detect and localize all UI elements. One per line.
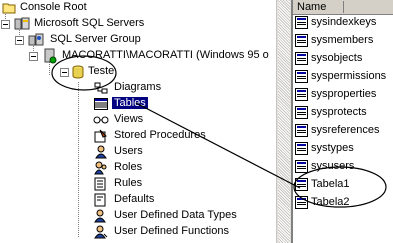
tree-node-label: MACORATTI\MACORATTI (Windows 95 o xyxy=(62,49,269,61)
table-icon xyxy=(295,142,308,155)
rules-icon xyxy=(94,177,106,191)
tree-node-server[interactable]: MACORATTI\MACORATTI (Windows 95 o xyxy=(0,48,276,64)
stored-procedure-icon xyxy=(94,129,107,143)
server-group-icon xyxy=(14,17,30,30)
list-item-label: sysobjects xyxy=(311,52,363,64)
table-icon xyxy=(295,52,308,65)
table-icon xyxy=(295,160,308,173)
table-icon xyxy=(295,88,308,101)
table-icon xyxy=(295,178,308,191)
list-item-label: syspermissions xyxy=(311,70,387,82)
server-group-icon xyxy=(28,33,44,46)
tree-node-defaults[interactable]: Defaults xyxy=(0,192,200,208)
list-item-label: sysindexkeys xyxy=(311,16,377,28)
tree-node-label: User Defined Data Types xyxy=(114,209,237,221)
tree-node-stored-procedures[interactable]: Stored Procedures xyxy=(0,128,220,144)
folder-icon xyxy=(2,3,16,14)
list-item[interactable]: sysreferences xyxy=(293,123,393,139)
tree-node-label: Defaults xyxy=(114,193,155,205)
list-item-label: Tabela1 xyxy=(311,178,350,190)
table-icon xyxy=(295,124,308,137)
list-item[interactable]: sysusers xyxy=(293,159,393,175)
tree-node-label: Tables xyxy=(112,97,148,109)
tree-node-label: Diagrams xyxy=(114,81,162,93)
list-item[interactable]: Tabela1 xyxy=(293,177,393,193)
list-item[interactable]: sysobjects xyxy=(293,51,393,67)
tree-node-label: Stored Procedures xyxy=(114,129,206,141)
tree-node-label: Views xyxy=(114,113,144,125)
table-icon xyxy=(295,106,308,119)
tree-node-label: SQL Server Group xyxy=(50,33,141,45)
roles-icon xyxy=(94,161,107,175)
list-item-label: sysusers xyxy=(311,160,355,172)
details-list-pane[interactable]: Name sysindexkeys sysmembers sysobjects … xyxy=(293,0,393,243)
defaults-icon xyxy=(94,193,106,207)
tree-node-sql-server-group[interactable]: SQL Server Group xyxy=(0,32,240,48)
tree-node-user-defined-functions[interactable]: User Defined Functions xyxy=(0,224,276,240)
tree-node-database-teste[interactable]: Teste xyxy=(0,64,200,80)
tree-node-sql-servers[interactable]: Microsoft SQL Servers xyxy=(0,16,220,32)
column-header-label: Name xyxy=(297,1,327,13)
list-item[interactable]: systypes xyxy=(293,141,393,157)
list-item[interactable]: sysprotects xyxy=(293,105,393,121)
table-icon xyxy=(295,16,308,29)
tree-node-user-defined-data-types[interactable]: User Defined Data Types xyxy=(0,208,276,224)
tree-node-label: Roles xyxy=(114,161,143,173)
table-icon xyxy=(295,34,308,47)
tree-node-views[interactable]: Views xyxy=(0,112,200,128)
list-item-label: systypes xyxy=(311,142,354,154)
tree-node-label: Console Root xyxy=(20,1,87,13)
collapse-toggle-icon[interactable] xyxy=(29,52,38,61)
tree-node-label: Users xyxy=(114,145,143,157)
console-tree-pane[interactable]: Console Root Microsoft SQL Servers SQL S… xyxy=(0,0,276,243)
list-item-label: sysreferences xyxy=(311,124,380,136)
tree-node-console-root[interactable]: Console Root xyxy=(0,0,200,16)
list-item-label: sysproperties xyxy=(311,88,377,100)
column-separator[interactable] xyxy=(343,1,344,13)
tree-node-label: User Defined Functions xyxy=(114,225,229,237)
tree-node-rules[interactable]: Rules xyxy=(0,176,200,192)
list-item-label: sysmembers xyxy=(311,34,374,46)
collapse-toggle-icon[interactable] xyxy=(1,20,10,29)
server-running-icon xyxy=(44,48,57,64)
collapse-toggle-icon[interactable] xyxy=(15,36,24,45)
tree-node-users[interactable]: Users xyxy=(0,144,200,160)
tree-node-label: Teste xyxy=(88,65,115,77)
user-icon xyxy=(95,145,107,159)
tree-node-roles[interactable]: Roles xyxy=(0,160,200,176)
tree-node-tables[interactable]: Tables xyxy=(0,96,200,112)
table-icon xyxy=(295,196,308,209)
list-item[interactable]: sysproperties xyxy=(293,87,393,103)
collapse-toggle-icon[interactable] xyxy=(60,68,69,77)
list-item-label: sysprotects xyxy=(311,106,367,118)
list-item[interactable]: sysmembers xyxy=(293,33,393,49)
table-icon xyxy=(295,70,308,83)
list-item[interactable]: Tabela2 xyxy=(293,195,393,211)
glasses-icon xyxy=(93,116,109,124)
scrollbar-thumb[interactable] xyxy=(278,0,290,243)
user-defined-type-icon xyxy=(94,209,106,223)
tree-node-label: Rules xyxy=(114,177,143,189)
list-item[interactable]: syspermissions xyxy=(293,69,393,85)
list-item[interactable]: sysindexkeys xyxy=(293,15,393,31)
database-icon xyxy=(72,65,84,79)
tree-node-diagrams[interactable]: Diagrams xyxy=(0,80,200,96)
diagram-icon xyxy=(94,82,108,94)
list-item-label: Tabela2 xyxy=(311,196,350,208)
user-defined-function-icon xyxy=(94,225,108,239)
table-icon xyxy=(94,98,108,110)
tree-node-label: Microsoft SQL Servers xyxy=(34,17,145,29)
column-header-name[interactable]: Name xyxy=(293,0,393,15)
tree-scrollbar[interactable] xyxy=(276,0,291,243)
